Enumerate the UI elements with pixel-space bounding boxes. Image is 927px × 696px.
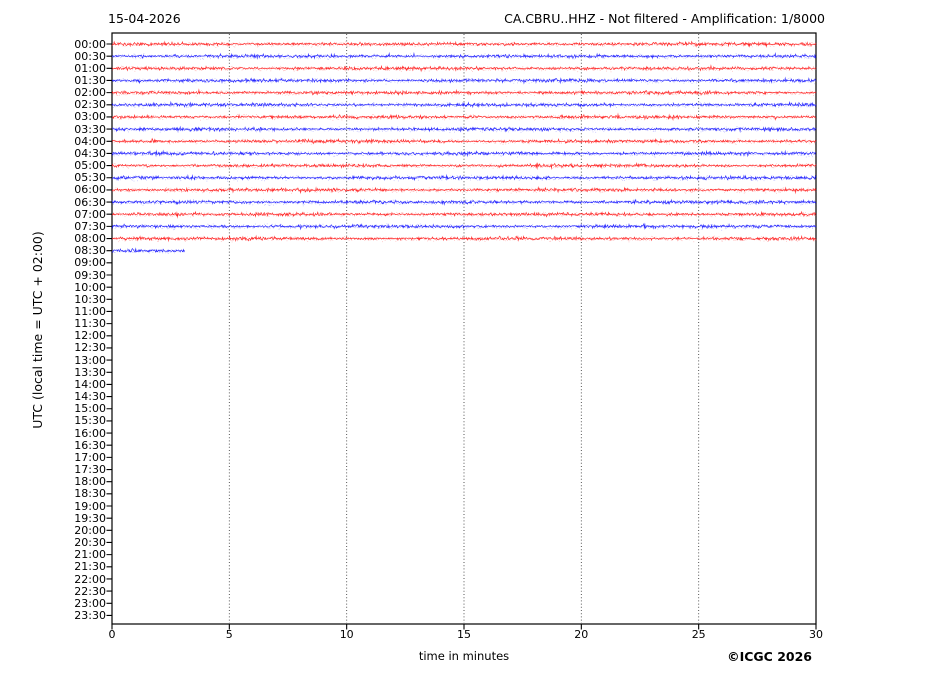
y-tick-label: 09:00 (74, 256, 106, 270)
x-tick-label: 25 (691, 628, 706, 641)
y-tick-label: 23:00 (74, 596, 106, 610)
y-tick-label: 06:00 (74, 183, 106, 197)
y-tick-label: 07:30 (74, 219, 106, 233)
y-tick-label: 22:30 (74, 584, 106, 598)
y-tick-label: 17:00 (74, 450, 106, 464)
y-tick-label: 08:30 (74, 244, 106, 258)
y-tick-label: 13:30 (74, 365, 106, 379)
x-tick-label: 15 (457, 628, 471, 641)
y-tick-label: 03:00 (74, 110, 106, 124)
y-tick-label: 11:00 (74, 305, 106, 318)
y-tick-label: 04:00 (74, 134, 106, 148)
y-tick-label: 04:30 (74, 146, 106, 160)
y-tick-label: 01:00 (74, 61, 106, 75)
y-tick-label: 05:30 (74, 171, 106, 185)
y-tick-label: 10:00 (74, 280, 106, 294)
copyright-text: ©ICGC 2026 (727, 649, 812, 664)
helicorder-plot-canvas (0, 0, 927, 696)
y-tick-label: 13:00 (74, 353, 106, 367)
seismogram-dayplot-figure: 15-04-2026 CA.CBRU..HHZ - Not filtered -… (0, 0, 927, 696)
x-tick-label: 5 (225, 628, 233, 641)
y-tick-label: 18:30 (74, 487, 106, 501)
y-tick-label: 22:00 (74, 572, 106, 586)
y-tick-label: 00:30 (74, 49, 106, 63)
y-tick-label: 19:30 (74, 511, 106, 525)
y-tick-label: 02:30 (74, 98, 106, 112)
y-tick-label: 16:00 (74, 426, 106, 440)
y-tick-label: 00:00 (74, 37, 106, 51)
y-tick-label: 03:30 (74, 122, 106, 136)
y-tick-label: 23:30 (74, 608, 106, 622)
y-tick-label: 08:00 (74, 232, 106, 245)
y-tick-label: 14:00 (74, 377, 106, 391)
y-tick-label: 21:00 (74, 548, 106, 562)
y-tick-label: 12:30 (74, 341, 106, 355)
y-tick-label: 01:30 (74, 74, 106, 87)
y-tick-label: 10:30 (74, 292, 106, 306)
y-tick-label: 17:30 (74, 463, 106, 476)
y-tick-label: 07:00 (74, 207, 106, 221)
y-tick-label: 16:30 (74, 438, 106, 452)
y-tick-label: 14:30 (74, 390, 106, 404)
x-tick-label: 0 (108, 628, 116, 641)
y-tick-label: 05:00 (74, 159, 106, 173)
y-tick-label: 18:00 (74, 475, 106, 489)
x-axis-title: time in minutes (418, 649, 510, 663)
x-tick-label: 30 (809, 628, 823, 641)
y-tick-label: 06:30 (74, 195, 106, 209)
figure-title: CA.CBRU..HHZ - Not filtered - Amplificat… (504, 11, 825, 26)
y-tick-label: 20:00 (74, 523, 106, 537)
y-tick-label: 12:00 (74, 329, 106, 343)
y-tick-label: 19:00 (74, 499, 106, 513)
y-tick-label: 09:30 (74, 268, 106, 282)
figure-date: 15-04-2026 (108, 11, 181, 26)
x-tick-label: 10 (339, 628, 354, 641)
y-tick-label: 21:30 (74, 560, 106, 574)
x-tick-label: 20 (574, 628, 589, 641)
y-tick-label: 15:30 (74, 414, 106, 428)
y-tick-label: 11:30 (74, 317, 106, 331)
y-tick-label: 20:30 (74, 536, 106, 549)
y-tick-label: 02:00 (74, 86, 106, 100)
y-tick-label: 15:00 (74, 402, 106, 416)
